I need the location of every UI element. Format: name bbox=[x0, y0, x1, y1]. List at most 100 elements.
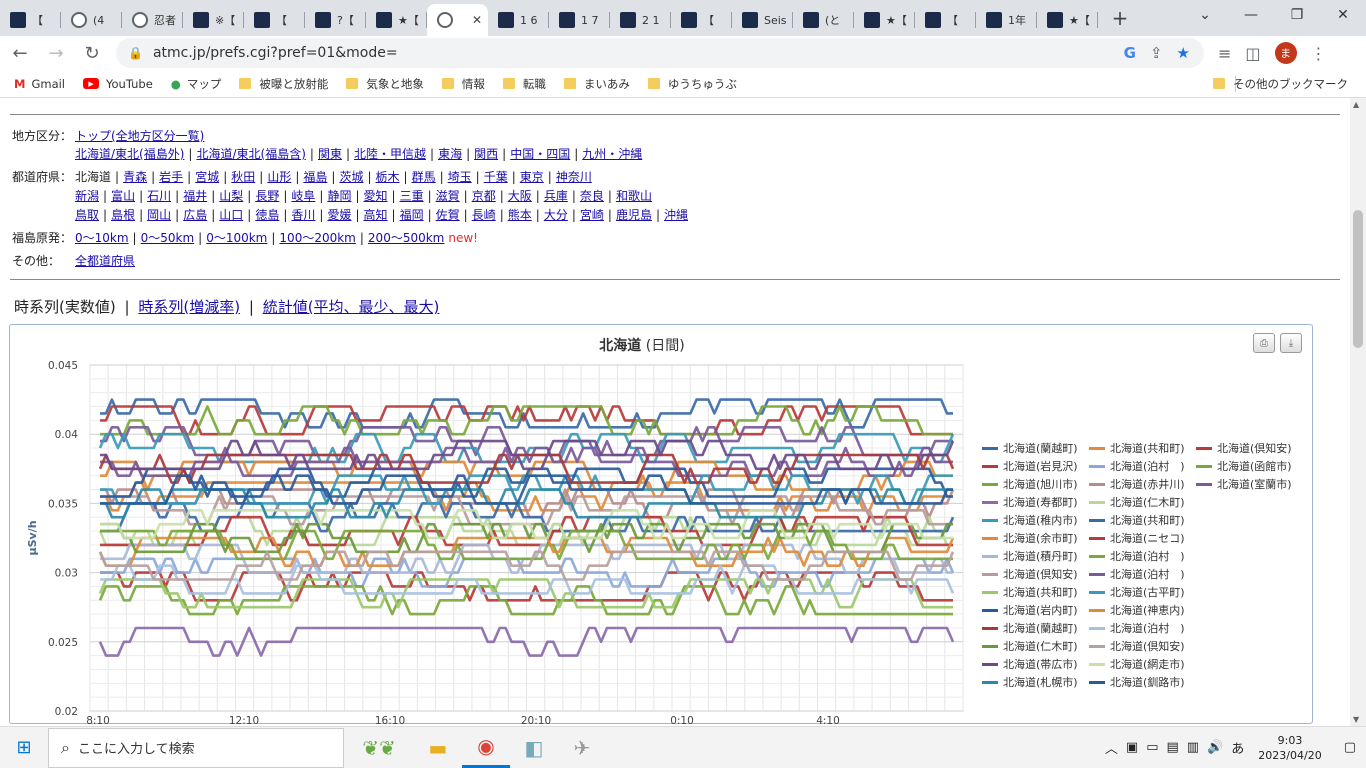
nav-link[interactable]: 愛知 bbox=[364, 189, 388, 203]
nav-link[interactable]: 大分 bbox=[544, 208, 568, 222]
nav-link[interactable]: 0〜50km bbox=[141, 231, 195, 245]
nav-link[interactable]: 関東 bbox=[318, 147, 342, 161]
app-icon[interactable]: ◧ bbox=[510, 728, 558, 768]
browser-tab[interactable]: (4 bbox=[61, 4, 122, 36]
clock[interactable]: 9:03 2023/04/20 bbox=[1258, 733, 1321, 763]
download-icon[interactable]: ⤓ bbox=[1280, 333, 1302, 353]
tray-battery-icon[interactable]: ▭ bbox=[1146, 740, 1158, 755]
legend-item[interactable]: 北海道(神恵内) bbox=[1089, 602, 1196, 618]
bookmark-folder[interactable]: 情報 bbox=[441, 76, 485, 92]
nav-link[interactable]: 鹿児島 bbox=[616, 208, 652, 222]
nav-link[interactable]: 新潟 bbox=[75, 189, 99, 203]
browser-tab[interactable]: 2 1 bbox=[610, 4, 671, 36]
nav-link[interactable]: 岐阜 bbox=[291, 189, 315, 203]
legend-item[interactable]: 北海道(釧路市) bbox=[1089, 674, 1196, 690]
nav-link[interactable]: 熊本 bbox=[508, 208, 532, 222]
nav-link[interactable]: 埼玉 bbox=[448, 170, 472, 184]
scroll-up-icon[interactable]: ▲ bbox=[1353, 100, 1359, 109]
reading-list-icon[interactable]: ≡ bbox=[1218, 44, 1231, 63]
leaf-widget-icon[interactable]: ❦❦ bbox=[344, 728, 414, 768]
legend-item[interactable]: 北海道(岩見沢) bbox=[982, 458, 1089, 474]
legend-item[interactable]: 北海道(泊村 ) bbox=[1089, 548, 1196, 564]
tray-network-icon[interactable]: ▤ bbox=[1167, 740, 1179, 755]
nav-link[interactable]: 岡山 bbox=[147, 208, 171, 222]
address-bar[interactable]: 🔒 atmc.jp/prefs.cgi?pref=01&mode= G ⇪ ★ bbox=[116, 38, 1204, 68]
google-icon[interactable]: G bbox=[1124, 44, 1136, 62]
browser-tab[interactable]: (と bbox=[793, 4, 854, 36]
nav-link[interactable]: 千葉 bbox=[484, 170, 508, 184]
nav-link[interactable]: 大阪 bbox=[508, 189, 532, 203]
nav-link[interactable]: 北陸・甲信越 bbox=[354, 147, 426, 161]
nav-link[interactable]: 福岡 bbox=[400, 208, 424, 222]
legend-item[interactable]: 北海道(稚内市) bbox=[982, 512, 1089, 528]
nav-link[interactable]: 北海道/東北(福島含) bbox=[196, 147, 305, 161]
nav-link[interactable]: 徳島 bbox=[255, 208, 279, 222]
legend-item[interactable]: 北海道(泊村 ) bbox=[1089, 458, 1196, 474]
legend-item[interactable]: 北海道(岩内町) bbox=[982, 602, 1089, 618]
legend-item[interactable]: 北海道(赤井川) bbox=[1089, 476, 1196, 492]
reload-button[interactable]: ↻ bbox=[76, 37, 108, 69]
nav-link[interactable]: 山形 bbox=[267, 170, 291, 184]
nav-link[interactable]: 東京 bbox=[520, 170, 544, 184]
tray-app-icon[interactable]: ▣ bbox=[1126, 740, 1138, 755]
bookmark-folder[interactable]: ゆうちゅうぶ bbox=[647, 76, 737, 92]
share-icon[interactable]: ⇪ bbox=[1150, 44, 1163, 62]
chrome-icon[interactable]: ◉ bbox=[462, 728, 510, 768]
legend-item[interactable]: 北海道(共和町) bbox=[982, 584, 1089, 600]
taskbar-search[interactable]: ⌕ ここに入力して検索 bbox=[48, 727, 344, 768]
legend-item[interactable]: 北海道(泊村 ) bbox=[1089, 620, 1196, 636]
legend-item[interactable]: 北海道(旭川市) bbox=[982, 476, 1089, 492]
legend-item[interactable]: 北海道(仁木町) bbox=[982, 638, 1089, 654]
legend-item[interactable]: 北海道(蘭越町) bbox=[982, 620, 1089, 636]
nav-link[interactable]: 宮崎 bbox=[580, 208, 604, 222]
nav-link[interactable]: 200〜500km bbox=[368, 231, 444, 245]
browser-tab[interactable]: 1 7 bbox=[549, 4, 610, 36]
forward-button[interactable]: → bbox=[40, 37, 72, 69]
volume-icon[interactable]: 🔊 bbox=[1207, 740, 1223, 755]
minimize-button[interactable]: — bbox=[1228, 0, 1274, 30]
scroll-down-icon[interactable]: ▼ bbox=[1353, 715, 1359, 724]
ime-indicator[interactable]: あ bbox=[1231, 738, 1244, 757]
legend-item[interactable]: 北海道(古平町) bbox=[1089, 584, 1196, 600]
close-window-button[interactable]: ✕ bbox=[1320, 0, 1366, 30]
nav-link[interactable]: 神奈川 bbox=[556, 170, 592, 184]
nav-link[interactable]: 群馬 bbox=[412, 170, 436, 184]
tray-display-icon[interactable]: ▥ bbox=[1187, 740, 1199, 755]
nav-link[interactable]: 0〜10km bbox=[75, 231, 129, 245]
lock-icon[interactable]: 🔒 bbox=[128, 46, 143, 60]
nav-link[interactable]: 愛媛 bbox=[327, 208, 351, 222]
browser-tab[interactable]: ✕ bbox=[427, 4, 488, 36]
legend-item[interactable]: 北海道(仁木町) bbox=[1089, 494, 1196, 510]
bookmark-youtube[interactable]: ▶ YouTube bbox=[83, 77, 153, 91]
legend-item[interactable]: 北海道(札幌市) bbox=[982, 674, 1089, 690]
new-tab-button[interactable]: + bbox=[1106, 4, 1134, 32]
bookmark-gmail[interactable]: M Gmail bbox=[14, 77, 65, 91]
nav-link[interactable]: 佐賀 bbox=[436, 208, 460, 222]
nav-link[interactable]: 長野 bbox=[255, 189, 279, 203]
legend-item[interactable]: 北海道(室蘭市) bbox=[1196, 476, 1303, 492]
bookmark-folder[interactable]: 気象と地象 bbox=[346, 76, 424, 92]
nav-link[interactable]: 富山 bbox=[111, 189, 135, 203]
nav-link[interactable]: 中国・四国 bbox=[510, 147, 570, 161]
nav-link[interactable]: 北海道/東北(福島外) bbox=[75, 147, 184, 161]
page-scrollbar[interactable]: ▲ ▼ bbox=[1350, 98, 1366, 726]
browser-tab[interactable]: 1 6 bbox=[488, 4, 549, 36]
legend-item[interactable]: 北海道(共和町) bbox=[1089, 512, 1196, 528]
nav-link[interactable]: 京都 bbox=[472, 189, 496, 203]
print-icon[interactable]: ⎙ bbox=[1253, 333, 1275, 353]
nav-link[interactable]: 九州・沖縄 bbox=[582, 147, 642, 161]
close-tab-icon[interactable]: ✕ bbox=[472, 13, 482, 27]
legend-item[interactable]: 北海道(積丹町) bbox=[982, 548, 1089, 564]
menu-icon[interactable]: ⋮ bbox=[1311, 44, 1327, 63]
nav-link[interactable]: 島根 bbox=[111, 208, 135, 222]
nav-link[interactable]: 東海 bbox=[438, 147, 462, 161]
nav-link[interactable]: 兵庫 bbox=[544, 189, 568, 203]
nav-link[interactable]: 滋賀 bbox=[436, 189, 460, 203]
scrollbar-thumb[interactable] bbox=[1353, 210, 1363, 348]
legend-item[interactable]: 北海道(倶知安) bbox=[1196, 440, 1303, 456]
nav-link[interactable]: 関西 bbox=[474, 147, 498, 161]
nav-link[interactable]: 静岡 bbox=[327, 189, 351, 203]
browser-tab[interactable]: ★【 bbox=[854, 4, 915, 36]
nav-link[interactable]: 宮城 bbox=[195, 170, 219, 184]
nav-link[interactable]: 100〜200km bbox=[279, 231, 355, 245]
